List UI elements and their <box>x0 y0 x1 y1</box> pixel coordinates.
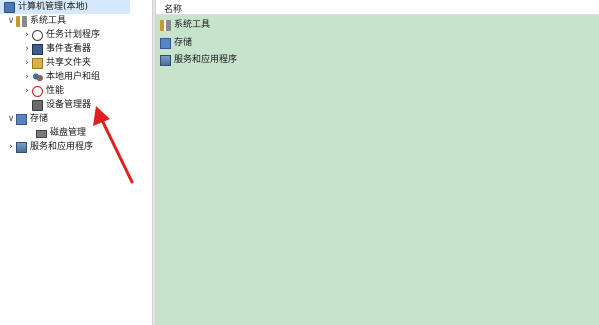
computer-management-icon <box>4 1 15 13</box>
chevron-right-icon[interactable]: › <box>22 42 32 56</box>
services-icon <box>160 54 171 66</box>
tree-item-label: 事件查看器 <box>46 44 92 54</box>
chevron-down-icon[interactable]: ∨ <box>6 112 16 126</box>
tree-item-label: 共享文件夹 <box>46 58 92 68</box>
storage-icon <box>16 113 27 125</box>
column-header-label: 名称 <box>164 5 183 15</box>
event-log-icon <box>32 43 43 55</box>
tree-item-storage[interactable]: ∨ 存储 <box>6 112 48 126</box>
tree-item-label: 任务计划程序 <box>46 30 101 40</box>
chevron-right-icon[interactable]: › <box>22 70 32 84</box>
tree-item-disk-management[interactable]: 磁盘管理 <box>36 126 86 140</box>
navigation-tree: 计算机管理(本地) ∨ 系统工具 › 任务计划程序 › 事件查看器 › 共享文件… <box>0 0 152 325</box>
tree-item-device-manager[interactable]: 设备管理器 <box>32 98 91 112</box>
list-item[interactable]: 存储 <box>160 36 192 50</box>
tree-item-event-viewer[interactable]: › 事件查看器 <box>22 42 91 56</box>
chevron-right-icon[interactable]: › <box>6 140 16 154</box>
list-item-label: 服务和应用程序 <box>174 55 238 65</box>
tree-item-label: 服务和应用程序 <box>30 142 94 152</box>
column-header-name[interactable]: 名称 <box>156 0 599 15</box>
list-item[interactable]: 系统工具 <box>160 18 210 32</box>
services-icon <box>16 141 27 153</box>
chevron-right-icon[interactable]: › <box>22 84 32 98</box>
tools-icon <box>160 19 171 31</box>
device-icon <box>32 99 43 111</box>
users-icon <box>32 71 43 83</box>
disk-icon <box>36 130 47 138</box>
chevron-down-icon[interactable]: ∨ <box>6 14 16 28</box>
tree-item-services-apps[interactable]: › 服务和应用程序 <box>6 140 93 154</box>
storage-icon <box>160 37 171 49</box>
tree-item-task-scheduler[interactable]: › 任务计划程序 <box>22 28 100 42</box>
clock-icon <box>32 29 43 41</box>
list-item-label: 系统工具 <box>174 20 211 30</box>
tree-item-label: 磁盘管理 <box>50 128 87 138</box>
tree-item-system-tools[interactable]: ∨ 系统工具 <box>6 14 66 28</box>
tree-item-local-users[interactable]: › 本地用户和组 <box>22 70 100 84</box>
tree-item-label: 存储 <box>30 114 49 124</box>
tree-item-label: 设备管理器 <box>46 100 92 110</box>
chevron-right-icon[interactable]: › <box>22 28 32 42</box>
content-pane <box>156 0 599 325</box>
tree-item-label: 性能 <box>46 86 65 96</box>
tree-item-computer-management[interactable]: 计算机管理(本地) <box>0 0 130 14</box>
list-item[interactable]: 服务和应用程序 <box>160 53 237 67</box>
shared-folder-icon <box>32 57 43 69</box>
performance-icon <box>32 85 43 97</box>
tools-icon <box>16 15 27 27</box>
list-item-label: 存储 <box>174 38 193 48</box>
tree-item-label: 计算机管理(本地) <box>18 2 89 12</box>
tree-item-performance[interactable]: › 性能 <box>22 84 64 98</box>
tree-item-label: 本地用户和组 <box>46 72 101 82</box>
tree-item-label: 系统工具 <box>30 16 67 26</box>
chevron-right-icon[interactable]: › <box>22 56 32 70</box>
tree-item-shared-folders[interactable]: › 共享文件夹 <box>22 56 91 70</box>
